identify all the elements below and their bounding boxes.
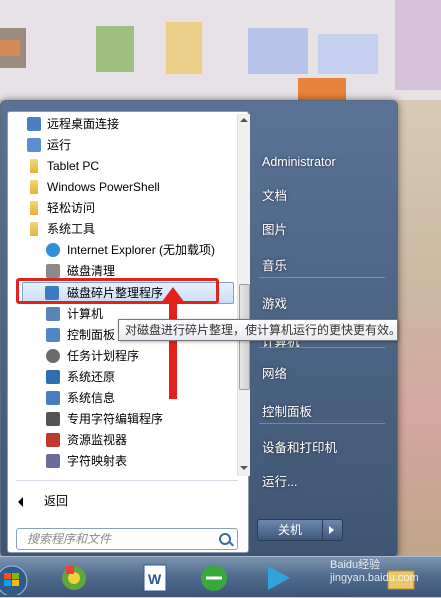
folder-icon	[30, 180, 38, 194]
desktop-icon-blur	[395, 0, 441, 90]
program-label: 系统工具	[47, 222, 96, 236]
folder-icon	[30, 201, 38, 215]
program-item[interactable]: 系统工具	[8, 219, 236, 240]
divider	[259, 277, 385, 278]
folder-icon	[30, 159, 38, 173]
program-label: 专用字符编辑程序	[67, 412, 164, 426]
right-pane-item[interactable]: 图片	[253, 215, 391, 245]
program-item[interactable]: 远程桌面连接	[8, 114, 236, 135]
desktop-icon-blur	[248, 28, 308, 74]
remote-desktop-icon	[27, 117, 41, 131]
right-pane-item[interactable]: Administrator	[253, 147, 391, 177]
program-label: 轻松访问	[47, 201, 96, 215]
desktop-icon-blur	[0, 40, 20, 56]
program-item[interactable]: 系统信息	[8, 388, 236, 409]
run-icon	[27, 138, 41, 152]
right-pane-item[interactable]: 运行...	[253, 467, 391, 497]
desktop-wallpaper-edge	[396, 100, 441, 556]
char-map-icon	[46, 454, 60, 468]
program-label: 控制面板	[67, 328, 116, 342]
browser-icon	[201, 565, 227, 591]
program-label: Windows PowerShell	[47, 180, 160, 194]
search-icon	[219, 533, 231, 545]
system-info-icon	[46, 391, 60, 405]
right-pane-item[interactable]: 网络	[253, 359, 391, 389]
programs-scrollbar[interactable]	[237, 114, 250, 476]
taskbar-app-ie[interactable]	[192, 561, 242, 595]
shutdown-button[interactable]: 关机	[257, 519, 343, 541]
program-item[interactable]: 字符映射表	[8, 451, 236, 472]
start-orb-button[interactable]	[0, 561, 32, 597]
scroll-up-arrow-icon[interactable]	[240, 118, 248, 122]
program-label: 计算机	[67, 307, 104, 321]
taskbar-app-360[interactable]	[52, 561, 102, 595]
divider	[322, 520, 323, 540]
divider	[259, 423, 385, 424]
program-item[interactable]: 专用字符编辑程序	[8, 409, 236, 430]
program-label: Tablet PC	[47, 159, 100, 173]
back-arrow-icon	[18, 497, 23, 507]
windows-logo-icon	[0, 565, 28, 597]
media-player-icon	[268, 566, 290, 590]
disk-cleanup-icon	[46, 264, 60, 278]
taskbar-app-word[interactable]: W	[132, 561, 182, 595]
char-editor-icon	[46, 412, 60, 426]
right-pane-item[interactable]: 文档	[253, 181, 391, 211]
search-placeholder: 搜索程序和文件	[27, 532, 112, 546]
program-label: 字符映射表	[67, 454, 128, 468]
annotation-highlight-box	[16, 278, 219, 304]
program-item[interactable]: Tablet PC	[8, 156, 236, 177]
clock-icon	[46, 349, 60, 363]
folder-icon	[30, 222, 38, 236]
desktop-icon-blur	[166, 22, 202, 74]
word-icon: W	[143, 564, 167, 592]
program-label: 运行	[47, 138, 72, 152]
desktop-icon-blur	[96, 26, 134, 72]
program-item[interactable]: 资源监视器	[8, 430, 236, 451]
scroll-down-arrow-icon[interactable]	[240, 466, 248, 470]
svg-text:W: W	[148, 571, 162, 587]
back-label: 返回	[44, 494, 69, 508]
shutdown-label: 关机	[278, 523, 303, 537]
program-label: 系统还原	[67, 370, 116, 384]
computer-icon	[46, 307, 60, 321]
right-pane-item[interactable]: 游戏	[253, 289, 391, 319]
watermark: Baidu经验 jingyan.baidu.com	[330, 559, 419, 584]
divider	[16, 480, 238, 481]
control-panel-icon	[46, 328, 60, 342]
program-label: 资源监视器	[67, 433, 128, 447]
ie-icon	[46, 243, 60, 257]
program-item[interactable]: Internet Explorer (无加载项)	[8, 240, 236, 261]
program-item[interactable]: Windows PowerShell	[8, 177, 236, 198]
resource-monitor-icon	[46, 433, 60, 447]
program-item[interactable]: 任务计划程序	[8, 346, 236, 367]
right-pane-item[interactable]: 设备和打印机	[253, 433, 391, 463]
program-label: 系统信息	[67, 391, 116, 405]
program-item[interactable]: 轻松访问	[8, 198, 236, 219]
program-item[interactable]: 系统还原	[8, 367, 236, 388]
tooltip: 对磁盘进行碎片整理，使计算机运行的更快更有效。	[118, 319, 401, 341]
program-label: 任务计划程序	[67, 349, 140, 363]
program-label: 磁盘清理	[67, 264, 116, 278]
shutdown-options-arrow-icon[interactable]	[329, 526, 334, 534]
program-item[interactable]: 运行	[8, 135, 236, 156]
program-label: Internet Explorer (无加载项)	[67, 243, 216, 257]
360-browser-icon	[62, 566, 86, 590]
system-restore-icon	[46, 370, 60, 384]
desktop-icon-blur	[318, 34, 378, 74]
program-label: 远程桌面连接	[47, 117, 120, 131]
annotation-arrow-icon	[161, 287, 185, 399]
divider	[259, 347, 385, 348]
taskbar-app-player[interactable]	[256, 561, 306, 595]
search-input[interactable]: 搜索程序和文件	[16, 528, 238, 550]
back-button[interactable]: 返回	[8, 489, 236, 513]
